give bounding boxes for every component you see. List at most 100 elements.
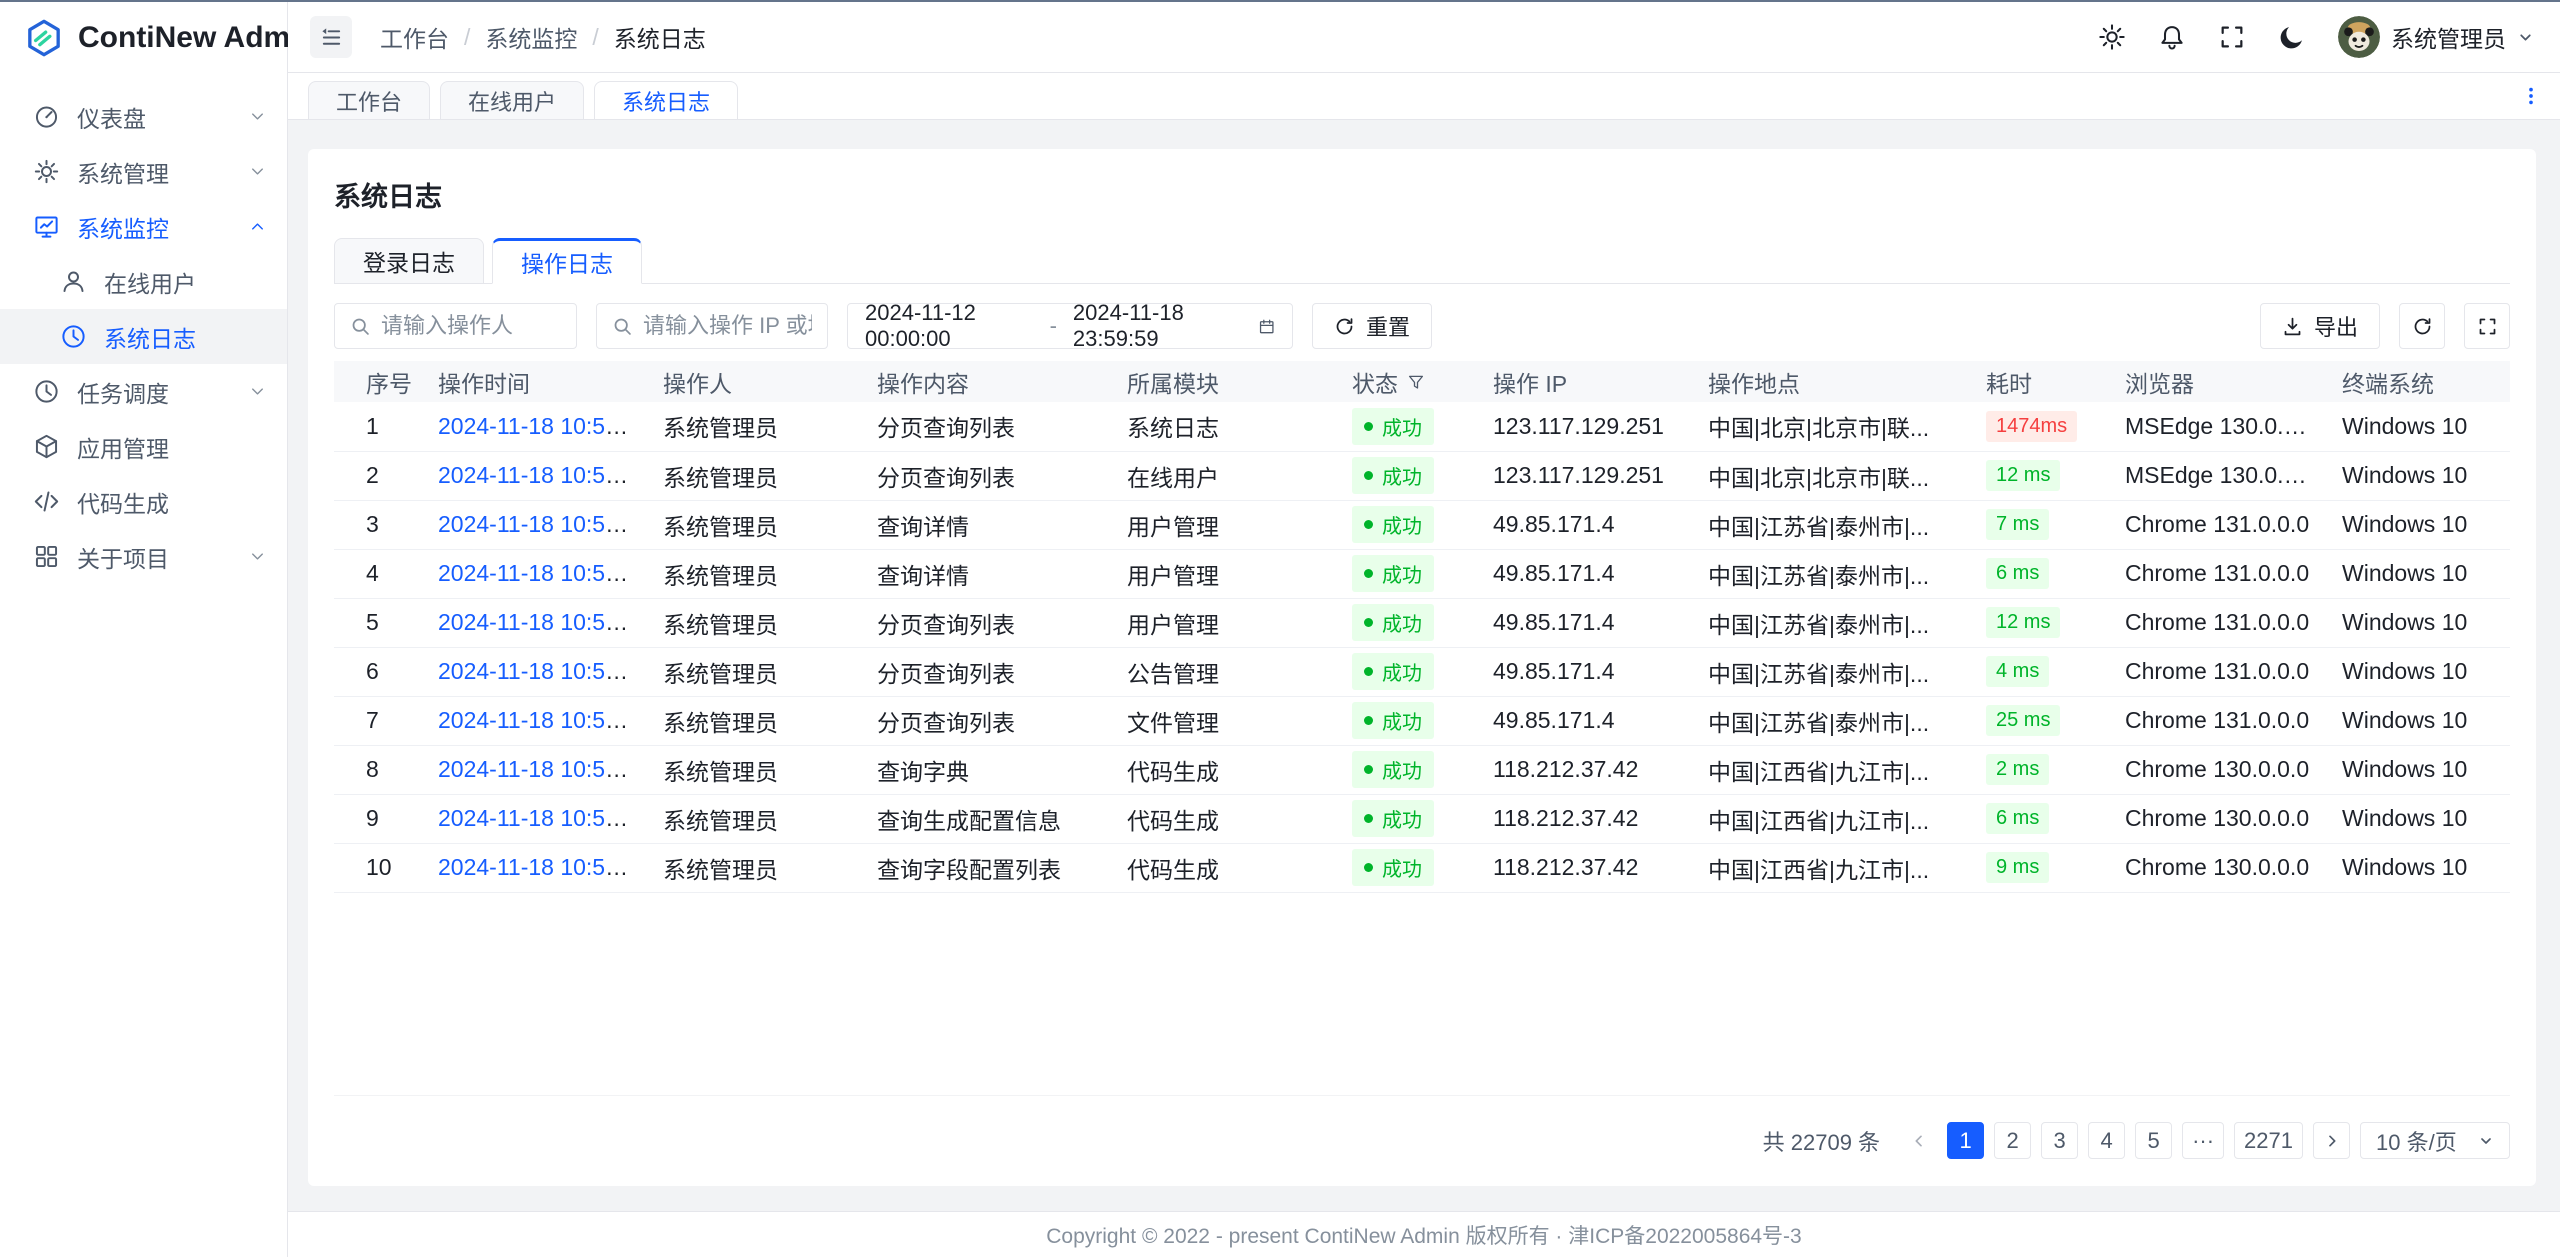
time-link[interactable]: 2024-11-18 10:51:55 — [438, 609, 647, 635]
cell-module: 公告管理 — [1111, 647, 1336, 696]
copyright-text: Copyright © 2022 - present ContiNew Admi… — [1046, 1220, 1801, 1250]
time-link[interactable]: 2024-11-18 10:51:52 — [438, 707, 647, 733]
time-link[interactable]: 2024-11-18 10:52:05 — [438, 560, 647, 586]
column-header: 所属模块 — [1111, 361, 1336, 402]
cell-os: Windows 10 — [2326, 598, 2510, 647]
operator-search-input[interactable] — [381, 313, 561, 339]
sidebar-item-system-manage[interactable]: 系统管理 — [0, 144, 287, 199]
sidebar-item-system-monitor[interactable]: 系统监控 — [0, 199, 287, 254]
status-dot-icon — [1364, 569, 1373, 578]
task-clock-icon — [33, 378, 60, 405]
breadcrumb: 工作台/系统监控/系统日志 — [380, 20, 706, 54]
sidebar-item-about-project[interactable]: 关于项目 — [0, 529, 287, 584]
tab-options-icon[interactable] — [2520, 85, 2542, 107]
chevron-down-icon — [248, 547, 267, 566]
page-button-2[interactable]: 2 — [1994, 1122, 2031, 1159]
operator-search-box — [334, 303, 577, 349]
cell-module: 代码生成 — [1111, 794, 1336, 843]
table-row: 32024-11-18 10:52:12系统管理员查询详情用户管理成功49.85… — [334, 500, 2510, 549]
sidebar-item-system-log[interactable]: 系统日志 — [0, 309, 287, 364]
page-button-4[interactable]: 4 — [2088, 1122, 2125, 1159]
fullscreen-button[interactable] — [2218, 23, 2246, 51]
sidebar-item-task-schedule[interactable]: 任务调度 — [0, 364, 287, 419]
user-menu[interactable]: 系统管理员 — [2338, 16, 2534, 58]
notifications-button[interactable] — [2158, 23, 2186, 51]
cell-browser: Chrome 131.0.0.0 — [2109, 598, 2326, 647]
page-button-2271[interactable]: 2271 — [2234, 1122, 2303, 1159]
nav-tab-online-user[interactable]: 在线用户 — [440, 81, 584, 119]
cell-status: 成功 — [1336, 598, 1477, 647]
duration-badge: 25 ms — [1986, 705, 2060, 736]
sidebar-item-app-manage[interactable]: 应用管理 — [0, 419, 287, 474]
time-link[interactable]: 2024-11-18 10:51:50 — [438, 756, 647, 782]
duration-badge: 2 ms — [1986, 754, 2049, 785]
time-link[interactable]: 2024-11-18 10:52:12 — [438, 511, 647, 537]
cell-module: 代码生成 — [1111, 843, 1336, 892]
bell-icon — [2158, 23, 2186, 51]
table-row: 12024-11-18 10:52:55系统管理员分页查询列表系统日志成功123… — [334, 402, 2510, 451]
chevron-down-icon — [2517, 29, 2534, 46]
page-button-···[interactable]: ··· — [2182, 1122, 2224, 1159]
cell-browser: Chrome 130.0.0.0 — [2109, 794, 2326, 843]
table-row: 92024-11-18 10:51:49系统管理员查询生成配置信息代码生成成功1… — [334, 794, 2510, 843]
column-header: 浏览器 — [2109, 361, 2326, 402]
time-link[interactable]: 2024-11-18 10:51:49 — [438, 805, 647, 831]
tab-login-log[interactable]: 登录日志 — [334, 238, 484, 284]
sidebar-item-dashboard[interactable]: 仪表盘 — [0, 89, 287, 144]
sidebar-collapse-button[interactable] — [310, 16, 352, 58]
status-dot-icon — [1364, 618, 1373, 627]
time-link[interactable]: 2024-11-18 10:52:55 — [438, 413, 647, 439]
cell-module: 代码生成 — [1111, 745, 1336, 794]
sidebar-item-label: 关于项目 — [77, 540, 248, 574]
sidebar-menu: 仪表盘系统管理系统监控在线用户系统日志任务调度应用管理代码生成关于项目 — [0, 73, 287, 584]
tab-operation-log[interactable]: 操作日志 — [492, 238, 642, 284]
time-link[interactable]: 2024-11-18 10:51:49 — [438, 854, 647, 880]
next-page-button[interactable] — [2313, 1122, 2350, 1159]
date-range-picker[interactable]: 2024-11-12 00:00:00 - 2024-11-18 23:59:5… — [847, 303, 1293, 349]
page-size-select[interactable]: 10 条/页 — [2360, 1122, 2510, 1159]
total-count: 共 22709 条 — [1763, 1125, 1880, 1157]
prev-page-button[interactable] — [1900, 1122, 1937, 1159]
time-link[interactable]: 2024-11-18 10:51:53 — [438, 658, 647, 684]
cell-location: 中国|江苏省|泰州市|... — [1692, 549, 1970, 598]
breadcrumb-item[interactable]: 工作台 — [380, 20, 449, 54]
ip-search-input[interactable] — [643, 313, 812, 339]
column-header: 序号 — [334, 361, 422, 402]
cell-ip: 118.212.37.42 — [1477, 843, 1692, 892]
time-link[interactable]: 2024-11-18 10:52:47 — [438, 462, 647, 488]
sidebar-item-code-generate[interactable]: 代码生成 — [0, 474, 287, 529]
cell-index: 10 — [334, 843, 422, 892]
export-button[interactable]: 导出 — [2260, 303, 2380, 349]
cell-time: 2024-11-18 10:51:49 — [422, 843, 647, 892]
refresh-table-button[interactable] — [2399, 303, 2445, 349]
status-dot-icon — [1364, 520, 1373, 529]
cell-content: 查询字段配置列表 — [861, 843, 1111, 892]
table-fullscreen-button[interactable] — [2464, 303, 2510, 349]
duration-badge: 9 ms — [1986, 852, 2049, 883]
page-button-3[interactable]: 3 — [2041, 1122, 2078, 1159]
nav-tab-system-log[interactable]: 系统日志 — [594, 81, 738, 119]
settings-button[interactable] — [2098, 23, 2126, 51]
page-button-1[interactable]: 1 — [1947, 1122, 1984, 1159]
app-logo[interactable]: ContiNew Admin — [0, 2, 287, 73]
sidebar-item-label: 仪表盘 — [77, 100, 248, 134]
cell-content: 分页查询列表 — [861, 451, 1111, 500]
export-label: 导出 — [2314, 310, 2358, 342]
cell-content: 查询生成配置信息 — [861, 794, 1111, 843]
breadcrumb-item[interactable]: 系统日志 — [614, 20, 706, 54]
nav-tab-workbench[interactable]: 工作台 — [308, 81, 430, 119]
sidebar-item-online-user[interactable]: 在线用户 — [0, 254, 287, 309]
column-header: 操作地点 — [1692, 361, 1970, 402]
menu-fold-icon — [320, 26, 343, 49]
page-button-5[interactable]: 5 — [2135, 1122, 2172, 1159]
cell-module: 用户管理 — [1111, 549, 1336, 598]
cell-index: 7 — [334, 696, 422, 745]
breadcrumb-item[interactable]: 系统监控 — [485, 20, 577, 54]
date-range-separator: - — [1050, 313, 1057, 339]
sidebar-item-label: 系统管理 — [77, 155, 248, 189]
app-title: ContiNew Admin — [78, 21, 317, 55]
cell-browser: MSEdge 130.0.0.0 — [2109, 451, 2326, 500]
reset-button[interactable]: 重置 — [1312, 303, 1432, 349]
table-row: 52024-11-18 10:51:55系统管理员分页查询列表用户管理成功49.… — [334, 598, 2510, 647]
dark-mode-button[interactable] — [2278, 23, 2306, 51]
